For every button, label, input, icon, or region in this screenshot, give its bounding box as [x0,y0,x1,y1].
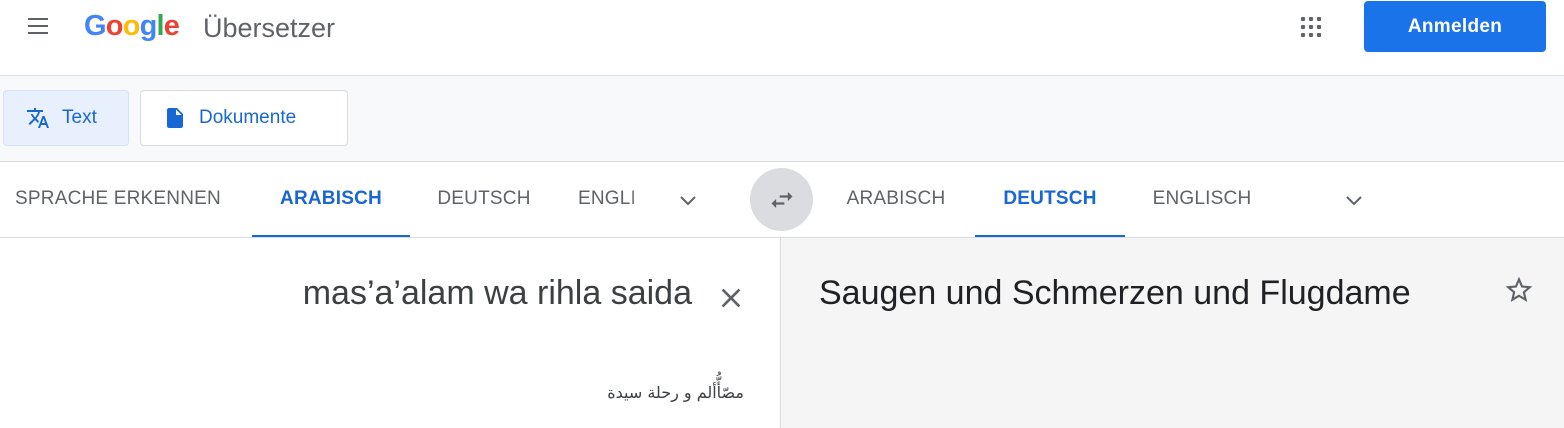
tab-source-german[interactable]: DEUTSCH [420,162,548,237]
tab-target-english[interactable]: ENGLISCH [1138,162,1266,237]
target-panel: Saugen und Schmerzen und Flugdame [781,238,1564,428]
tab-source-english[interactable]: ENGLI [578,162,660,237]
tab-detect-language[interactable]: SPRACHE ERKENNEN [0,162,236,237]
apps-grid-icon[interactable] [1298,14,1328,44]
tab-target-arabic[interactable]: ARABISCH [832,162,960,237]
translation-output: Saugen und Schmerzen und Flugdame [819,274,1411,312]
tab-target-german[interactable]: DEUTSCH [975,162,1125,237]
documents-mode-label: Dokumente [199,107,297,128]
menu-icon[interactable] [22,12,58,42]
swap-icon [771,191,792,208]
mode-selector: Text Dokumente [0,76,1564,162]
swap-languages-button[interactable] [750,168,813,231]
google-logo[interactable]: Google [84,6,180,46]
star-icon[interactable] [1503,274,1535,306]
translate-icon [27,108,49,128]
documents-mode-button[interactable]: Dokumente [140,90,348,146]
chevron-down-icon[interactable] [1342,188,1366,212]
text-mode-label: Text [62,107,97,128]
chevron-down-icon[interactable] [676,188,700,212]
product-name: Übersetzer [203,13,336,43]
app-header: Google Übersetzer Anmelden [0,0,1564,76]
close-icon[interactable] [715,282,747,314]
signin-button[interactable]: Anmelden [1364,1,1546,52]
text-mode-button[interactable]: Text [3,90,129,146]
tab-source-arabic[interactable]: ARABISCH [252,162,410,237]
document-icon [167,108,183,128]
source-panel: mas’a’alam wa rihla saida مصّأُّألم و رح… [0,238,781,428]
language-bar: SPRACHE ERKENNEN ARABISCH DEUTSCH ENGLI … [0,162,1564,238]
source-input[interactable]: mas’a’alam wa rihla saida [303,274,692,313]
source-transliteration: مصّأُّألم و رحلة سيدة [607,383,744,402]
